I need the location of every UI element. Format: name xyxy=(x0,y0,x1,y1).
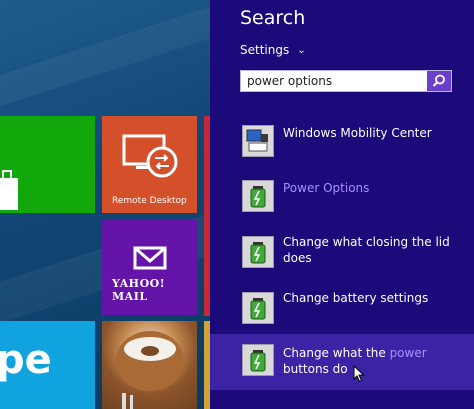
search-result-battery-settings[interactable]: Change battery settings xyxy=(210,284,474,332)
power-options-icon xyxy=(242,344,274,376)
tile-label: Remote Desktop xyxy=(112,196,187,206)
power-options-icon xyxy=(242,292,274,324)
result-label-match: power xyxy=(389,346,427,360)
mobility-center-icon xyxy=(242,125,274,157)
search-input[interactable] xyxy=(241,71,427,91)
search-result-closing-lid[interactable]: Change what closing the lid does xyxy=(210,228,474,284)
result-label-post: buttons do xyxy=(283,362,348,376)
result-label: Windows Mobility Center xyxy=(283,126,432,140)
search-result-power-options[interactable]: Power Options xyxy=(210,172,474,220)
background-streak xyxy=(0,0,210,116)
tile-food[interactable] xyxy=(102,321,197,409)
mouse-cursor-icon xyxy=(353,365,365,383)
chevron-down-icon: ⌄ xyxy=(297,44,306,56)
search-charm-panel: Search Settings ⌄ Windows Mobility Cente… xyxy=(210,0,474,409)
power-options-icon xyxy=(242,236,274,268)
tile-remote-desktop[interactable]: Remote Desktop xyxy=(102,116,197,213)
result-label-pre: Change what the xyxy=(283,346,390,360)
cake-image xyxy=(116,331,184,409)
tile-store[interactable] xyxy=(0,116,95,213)
tile-label: YAHOO! MAIL xyxy=(112,277,166,303)
search-icon xyxy=(432,74,445,87)
panel-title: Search xyxy=(240,7,306,29)
search-scope-dropdown[interactable]: Settings ⌄ xyxy=(240,43,306,57)
result-label: Change what the power buttons do xyxy=(283,345,463,377)
result-label: Power Options xyxy=(283,181,370,195)
tile-skype[interactable]: pe xyxy=(0,321,95,409)
result-label: Change battery settings xyxy=(283,291,429,305)
result-label: Change what closing the lid does xyxy=(283,235,450,265)
search-result-power-buttons[interactable]: Change what the power buttons do xyxy=(210,334,474,390)
search-box xyxy=(240,70,452,92)
start-screen: Remote Desktop YAHOO! MAIL pe xyxy=(0,0,210,409)
search-button[interactable] xyxy=(427,71,451,91)
search-result-mobility-center[interactable]: Windows Mobility Center xyxy=(210,117,474,165)
power-options-icon xyxy=(242,180,274,212)
tile-yahoo-mail[interactable]: YAHOO! MAIL xyxy=(102,220,197,315)
shopping-bag-icon xyxy=(0,170,18,210)
search-scope-label: Settings xyxy=(240,43,290,57)
skype-logo-text: pe xyxy=(0,337,52,383)
